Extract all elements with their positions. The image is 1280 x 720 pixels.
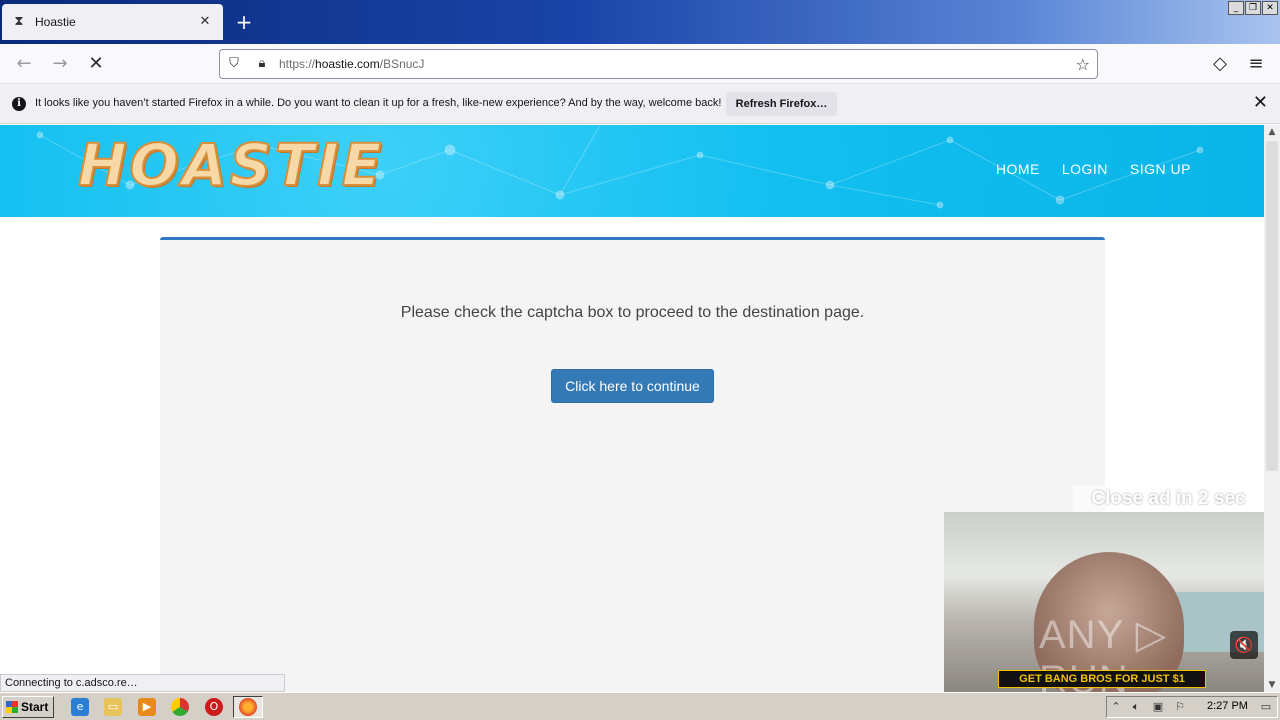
forward-button[interactable]: → [48,52,72,76]
show-desktop-icon[interactable]: ▭ [1259,700,1273,714]
taskbar: Start e ▭ ▶ O ⌃ 🔈︎ ▣ ⚐ 2:27 PM ▭ [0,692,1280,720]
clock[interactable]: 2:27 PM [1207,700,1248,712]
browser-window: ⧗ Hoastie ✕ + _ ❐ ✕ ← → ✕ ⛉ 🔒︎ https://h… [0,0,1280,720]
bookmark-star-icon[interactable]: ☆ [1076,55,1090,74]
pocket-icon[interactable]: ◇ [1208,52,1232,76]
info-icon: i [12,97,26,111]
site-nav: HOME LOGIN SIGN UP [996,161,1191,177]
start-label: Start [21,700,49,714]
tab-hoastie[interactable]: ⧗ Hoastie ✕ [2,4,223,40]
restore-button[interactable]: ❐ [1245,1,1261,15]
opera-icon[interactable]: O [205,698,223,716]
ad-banner[interactable]: GET BANG BROS FOR JUST $1 [998,670,1206,688]
lock-icon[interactable]: 🔒︎ [254,56,270,72]
ad-close-countdown[interactable]: Close ad in 2 sec [1073,485,1264,512]
tab-title: Hoastie [35,15,76,29]
refresh-firefox-button[interactable]: Refresh Firefox… [726,92,837,116]
new-tab-button[interactable]: + [234,12,254,32]
stop-button[interactable]: ✕ [84,52,108,76]
start-button[interactable]: Start [2,696,54,718]
tab-strip: ⧗ Hoastie ✕ + _ ❐ ✕ [0,0,1280,44]
scroll-down-icon[interactable]: ▼ [1264,678,1280,692]
tray-expand-icon[interactable]: ⌃ [1109,700,1123,714]
menu-icon[interactable]: ≡ [1244,52,1268,76]
ad-video[interactable]: ANY ▷ RUN GET BANG BROS FOR JUST $1 🔇 [944,512,1264,692]
notification-message: It looks like you haven’t started Firefo… [35,97,722,109]
minimize-button[interactable]: _ [1228,1,1244,15]
action-center-flag-icon[interactable]: ⚐ [1173,700,1187,714]
firefox-taskbar-button[interactable] [233,696,263,718]
close-window-button[interactable]: ✕ [1262,1,1278,15]
mute-icon[interactable]: 🔇 [1230,631,1258,659]
nav-login[interactable]: LOGIN [1062,161,1108,177]
site-logo[interactable]: HOASTIE [77,130,384,200]
url-bar[interactable]: ⛉ 🔒︎ https://hoastie.com/BSnucJ ☆ [219,49,1098,79]
windows-flag-icon [6,701,18,713]
hourglass-icon: ⧗ [14,14,24,29]
system-tray: ⌃ 🔈︎ ▣ ⚐ 2:27 PM ▭ [1106,696,1278,718]
status-bar: Connecting to c.adsco.re… [0,674,285,692]
nav-sign-up[interactable]: SIGN UP [1130,161,1191,177]
captcha-message: Please check the captcha box to proceed … [400,304,865,321]
nav-home[interactable]: HOME [996,161,1040,177]
shield-icon[interactable]: ⛉ [226,56,242,72]
media-player-icon[interactable]: ▶ [138,698,156,716]
scroll-thumb[interactable] [1266,141,1278,471]
url-text[interactable]: https://hoastie.com/BSnucJ [279,57,424,71]
notification-bar: i It looks like you haven’t started Fire… [0,84,1280,124]
vertical-scrollbar[interactable]: ▲ ▼ [1264,125,1280,692]
firefox-icon [239,698,257,716]
scroll-up-icon[interactable]: ▲ [1264,125,1280,139]
notification-close-icon[interactable]: ✕ [1253,94,1268,112]
ie-icon[interactable]: e [71,698,89,716]
folder-icon[interactable]: ▭ [104,698,122,716]
continue-button[interactable]: Click here to continue [551,369,714,403]
back-button[interactable]: ← [12,52,36,76]
tab-close-icon[interactable]: ✕ [197,14,213,30]
site-header: HOASTIE HOME LOGIN SIGN UP [0,125,1264,217]
chrome-icon[interactable] [171,698,189,716]
network-icon[interactable]: ▣ [1151,700,1165,714]
navigation-toolbar: ← → ✕ ⛉ 🔒︎ https://hoastie.com/BSnucJ ☆ … [0,44,1280,84]
volume-icon[interactable]: 🔈︎ [1129,700,1143,714]
